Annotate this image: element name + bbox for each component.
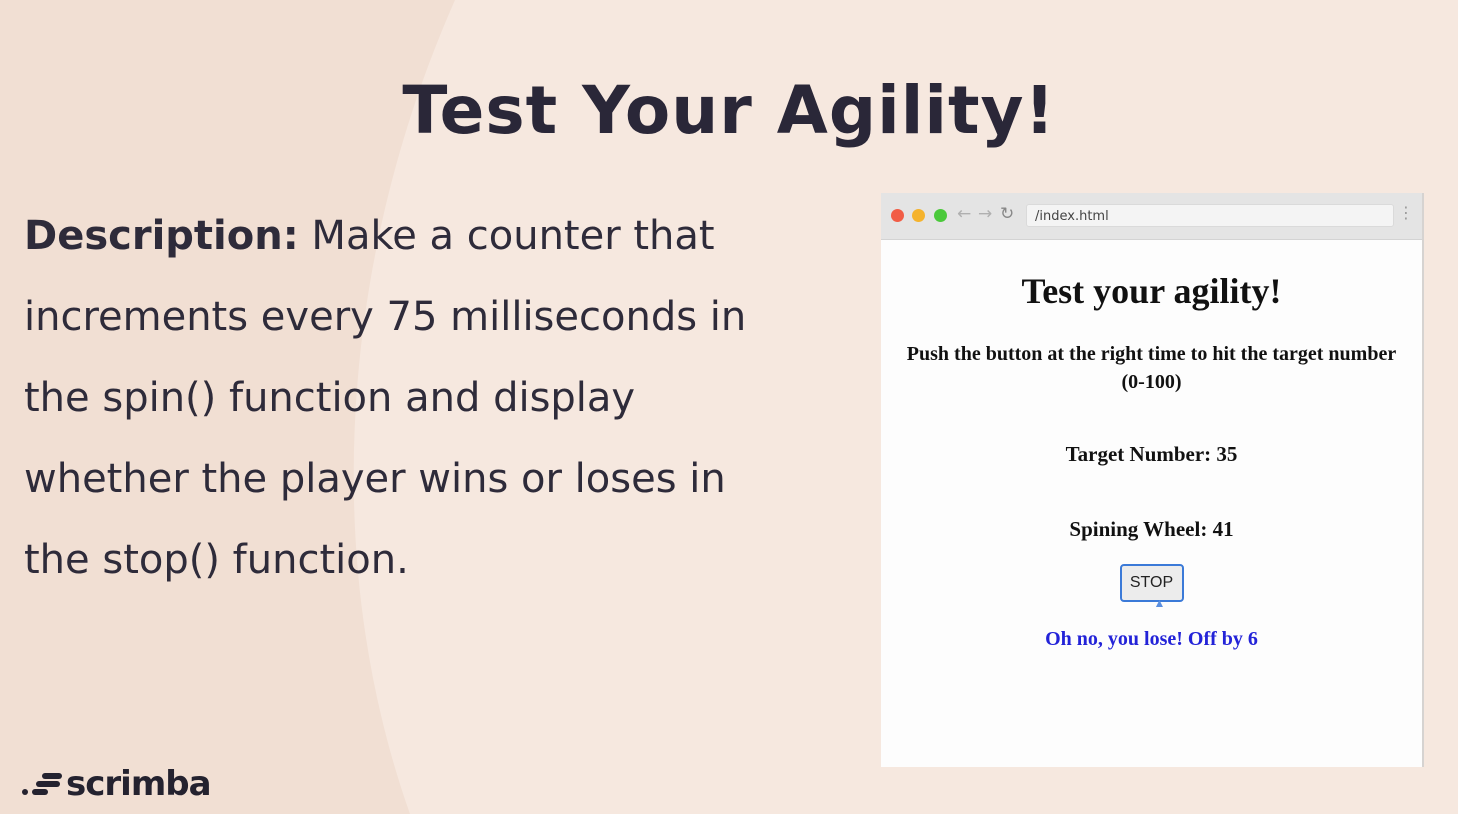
- web-page: Test your agility! Push the button at th…: [881, 270, 1422, 651]
- slide-title: Test Your Agility!: [402, 72, 1056, 149]
- scrimba-logo-icon: [20, 769, 62, 799]
- result-message: Oh no, you lose! Off by 6: [1045, 628, 1258, 650]
- close-window-dot[interactable]: [891, 209, 904, 222]
- maximize-window-dot[interactable]: [934, 209, 947, 222]
- address-bar[interactable]: /index.html: [1026, 204, 1394, 227]
- forward-arrow-icon[interactable]: →: [978, 204, 992, 224]
- stop-button-label: STOP: [1129, 574, 1174, 591]
- browser-menu-icon[interactable]: ⋮: [1398, 203, 1414, 222]
- page-heading: Test your agility!: [1021, 271, 1282, 311]
- description-label: Description:: [24, 213, 299, 259]
- stop-button[interactable]: STOP ▲: [1119, 564, 1184, 610]
- back-arrow-icon[interactable]: ←: [957, 204, 971, 224]
- mouse-cursor-icon: ▲: [1153, 596, 1166, 610]
- description-text: Make a counter that increments every 75 …: [24, 213, 747, 583]
- minimize-window-dot[interactable]: [912, 209, 925, 222]
- scrimba-logo: scrimba: [20, 760, 212, 808]
- scrimba-logo-text: scrimba: [66, 764, 212, 804]
- target-number: Target Number: 35: [1065, 442, 1238, 466]
- description: Description: Make a counter that increme…: [24, 196, 784, 601]
- browser-window: ← → ↻ /index.html ⋮ Test your agility! P…: [881, 193, 1424, 767]
- browser-toolbar: ← → ↻ /index.html ⋮: [881, 193, 1422, 240]
- reload-icon[interactable]: ↻: [1000, 204, 1014, 224]
- spinning-wheel-value: Spining Wheel: 41: [1069, 517, 1234, 541]
- page-instructions: Push the button at the right time to hit…: [906, 343, 1397, 393]
